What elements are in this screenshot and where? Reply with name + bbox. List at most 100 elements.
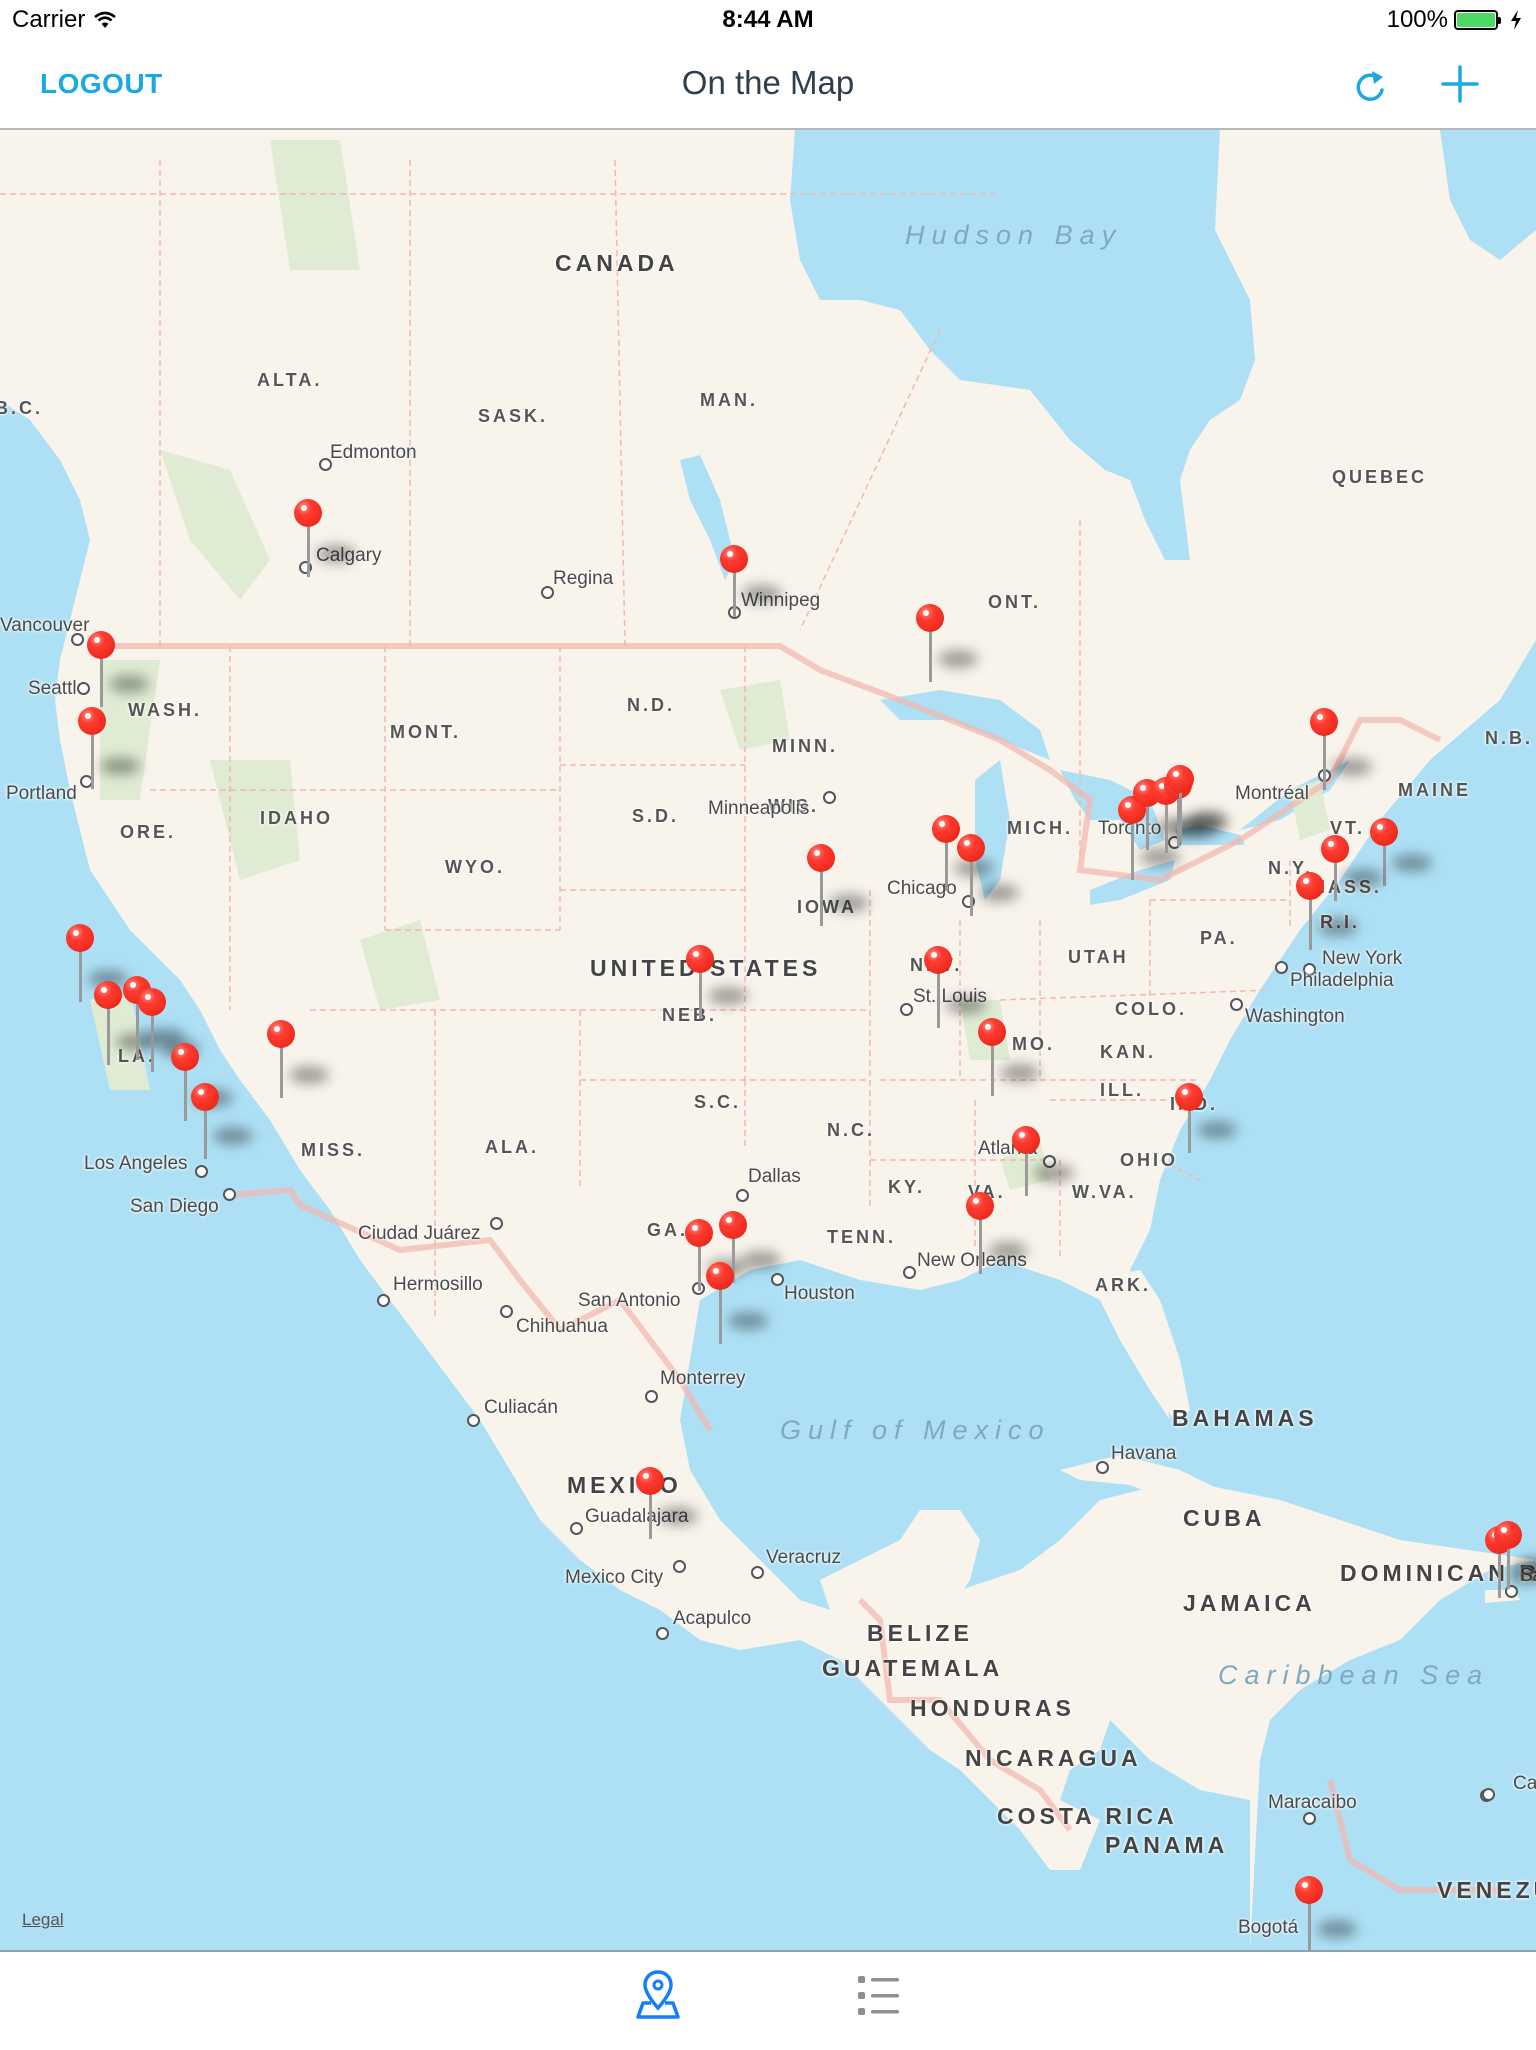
pin-head[interactable] [78,707,106,735]
pin-head[interactable] [1321,835,1349,863]
pin-head[interactable] [932,815,960,843]
pin-needle [733,571,736,617]
pin-head[interactable] [1494,1521,1522,1549]
pin-needle [945,841,948,891]
pin-head[interactable] [720,545,748,573]
pin-needle [100,657,103,707]
logout-button[interactable]: LOGOUT [40,68,163,100]
pin-needle [91,733,94,789]
legal-link[interactable]: Legal [22,1910,64,1930]
pin-head[interactable] [924,946,952,974]
pin-head[interactable] [719,1211,747,1239]
pin-head[interactable] [685,1219,713,1247]
city-label: Washington [1245,1006,1345,1027]
region-label: N.B. [1485,728,1533,748]
pin-head[interactable] [1310,708,1338,736]
city-marker [771,1273,784,1286]
region-label: ALTA. [257,370,323,390]
pin-head[interactable] [916,604,944,632]
country-label: BELIZE [867,1620,973,1646]
pin-needle [1507,1547,1510,1589]
pin-needle [699,971,702,1019]
city-marker [319,458,332,471]
refresh-button[interactable] [1350,64,1394,108]
pin-needle [820,870,823,926]
pin-shadow [938,650,978,668]
country-label: CANADA [555,250,679,276]
pin-shadow [728,1312,768,1330]
pin-shadow [988,1242,1028,1260]
city-marker [673,1560,686,1573]
city-marker [645,1390,658,1403]
pin-head[interactable] [94,981,122,1009]
pin-head[interactable] [1370,818,1398,846]
pin-head[interactable] [87,631,115,659]
pin-head[interactable] [636,1467,664,1495]
region-label: N.C. [827,1120,875,1140]
pin-head[interactable] [978,1018,1006,1046]
city-marker [377,1294,390,1307]
pin-needle [1131,822,1134,880]
pin-head[interactable] [966,1192,994,1220]
pin-shadow [742,585,782,603]
tab-bar [0,1950,1536,2050]
region-label: ILL. [1100,1080,1144,1100]
pin-needle [1146,805,1149,850]
city-label: Hermosillo [393,1274,483,1295]
pin-head[interactable] [957,834,985,862]
city-marker [823,791,836,804]
pin-needle [1498,1552,1501,1598]
tab-map[interactable] [628,1968,688,2028]
city-marker [467,1414,480,1427]
country-label: VENEZU [1437,1877,1536,1903]
city-label: Regina [553,568,614,589]
pin-shadow [289,1066,329,1084]
pin-head[interactable] [1295,1876,1323,1904]
city-label: Monterrey [660,1368,746,1389]
region-label: B.C. [0,398,43,418]
city-label: Chihuahua [516,1316,608,1337]
add-pin-button[interactable] [1438,62,1482,106]
pin-head[interactable] [294,499,322,527]
plus-icon [1441,65,1479,103]
pin-needle [1025,1152,1028,1196]
city-label: Ciudad Juárez [358,1223,481,1244]
map-view[interactable]: Hudson Bay Gulf of Mexico Caribbean Sea CAN… [0,130,1536,1950]
pin-needle [107,1007,110,1065]
pin-needle [1179,791,1182,843]
pin-head[interactable] [267,1020,295,1048]
city-label: Portland [6,783,77,804]
pin-head[interactable] [138,988,166,1016]
pin-head[interactable] [191,1083,219,1111]
pin-shadow [213,1127,253,1145]
pin-needle [280,1046,283,1098]
pin-head[interactable] [1175,1083,1203,1111]
pin-needle [1188,1109,1191,1153]
pin-head[interactable] [686,945,714,973]
pin-head[interactable] [1166,765,1194,793]
pin-head[interactable] [807,844,835,872]
pin-needle [204,1109,207,1159]
region-label: S.C. [694,1092,742,1112]
pin-shadow [829,894,869,912]
refresh-icon [1356,71,1384,101]
pin-head[interactable] [171,1043,199,1071]
city-label: Edmonton [330,442,417,463]
city-marker [223,1188,236,1201]
pin-head[interactable] [1296,872,1324,900]
pin-shadow [979,884,1019,902]
page-title: On the Map [681,64,855,101]
pin-head[interactable] [706,1262,734,1290]
pin-head[interactable] [66,924,94,952]
city-marker [1303,1812,1316,1825]
water-label: Caribbean Sea [1218,1660,1490,1690]
tab-list[interactable] [852,1968,912,2028]
region-label: WASH. [128,700,203,720]
region-label: MINN. [772,736,838,756]
pin-head[interactable] [1012,1126,1040,1154]
pin-shadow [109,675,149,693]
city-label: Los Angeles [84,1153,188,1174]
pin-needle [1308,1902,1311,1950]
region-label: UTAH [1068,947,1129,967]
pin-needle [929,630,932,682]
